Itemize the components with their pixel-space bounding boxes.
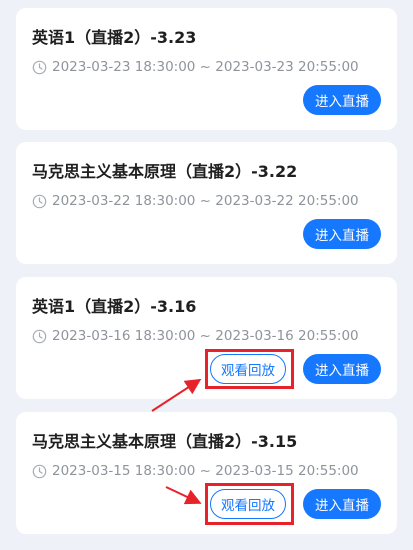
enter-live-button[interactable]: 进入直播 xyxy=(303,219,381,249)
enter-live-button[interactable]: 进入直播 xyxy=(303,85,381,115)
clock-icon xyxy=(32,464,47,478)
enter-live-button[interactable]: 进入直播 xyxy=(303,354,381,384)
course-time-row: 2023-03-15 18:30:00 ~ 2023-03-15 20:55:0… xyxy=(32,463,359,479)
course-time: 2023-03-15 18:30:00 ~ 2023-03-15 20:55:0… xyxy=(52,463,359,479)
course-time-row: 2023-03-16 18:30:00 ~ 2023-03-16 20:55:0… xyxy=(32,328,359,344)
enter-live-button[interactable]: 进入直播 xyxy=(303,489,381,519)
clock-icon xyxy=(32,329,47,343)
course-time: 2023-03-23 18:30:00 ~ 2023-03-23 20:55:0… xyxy=(52,59,359,75)
clock-icon xyxy=(32,194,47,208)
course-title: 英语1（直播2）-3.23 xyxy=(32,28,197,47)
course-title: 马克思主义基本原理（直播2）-3.15 xyxy=(32,432,298,451)
watch-replay-button[interactable]: 观看回放 xyxy=(210,354,286,384)
course-time-row: 2023-03-23 18:30:00 ~ 2023-03-23 20:55:0… xyxy=(32,59,359,75)
course-card: 英语1（直播2）-3.16 2023-03-16 18:30:00 ~ 2023… xyxy=(16,277,397,399)
course-card: 马克思主义基本原理（直播2）-3.15 2023-03-15 18:30:00 … xyxy=(16,412,397,534)
watch-replay-button[interactable]: 观看回放 xyxy=(210,489,286,519)
course-title: 英语1（直播2）-3.16 xyxy=(32,297,197,316)
clock-icon xyxy=(32,60,47,74)
course-time: 2023-03-16 18:30:00 ~ 2023-03-16 20:55:0… xyxy=(52,328,359,344)
course-card: 马克思主义基本原理（直播2）-3.22 2023-03-22 18:30:00 … xyxy=(16,142,397,264)
course-title: 马克思主义基本原理（直播2）-3.22 xyxy=(32,162,298,181)
course-card: 英语1（直播2）-3.23 2023-03-23 18:30:00 ~ 2023… xyxy=(16,8,397,130)
course-time-row: 2023-03-22 18:30:00 ~ 2023-03-22 20:55:0… xyxy=(32,193,359,209)
course-time: 2023-03-22 18:30:00 ~ 2023-03-22 20:55:0… xyxy=(52,193,359,209)
